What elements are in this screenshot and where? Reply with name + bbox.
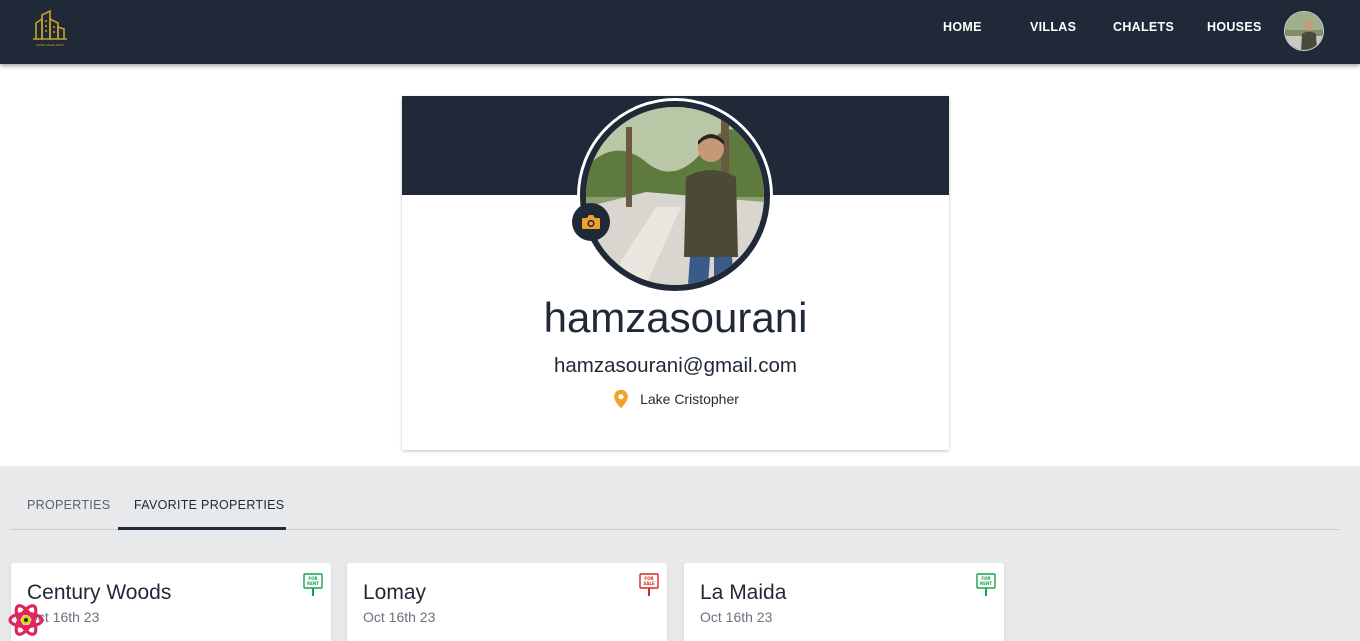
- for-sale-sign-icon: FOR SALE: [639, 573, 659, 596]
- nav-chalets[interactable]: CHALETS: [1113, 20, 1174, 34]
- property-title: La Maida: [700, 581, 787, 604]
- react-atom-icon: [8, 604, 44, 636]
- property-title: Century Woods: [27, 581, 172, 604]
- location-text: Lake Cristopher: [640, 391, 739, 407]
- svg-text:SALE: SALE: [643, 581, 655, 586]
- property-card[interactable]: Lomay Oct 16th 23 FOR SALE: [347, 563, 667, 641]
- property-tabs: PROPERTIES FAVORITE PROPERTIES: [11, 490, 1340, 530]
- camera-icon: [582, 215, 600, 229]
- property-date: Oct 16th 23: [700, 609, 773, 625]
- tab-properties[interactable]: PROPERTIES: [27, 498, 110, 512]
- profile-photo: [580, 101, 770, 291]
- profile-photo-image: [586, 107, 764, 285]
- building-logo-icon: [33, 9, 67, 40]
- change-photo-button[interactable]: [572, 203, 610, 241]
- profile-username: hamzasourani: [543, 294, 808, 341]
- property-date: Oct 16th 23: [363, 609, 436, 625]
- logo-tagline: HOME SALES RENT: [35, 43, 65, 47]
- react-devtools-button[interactable]: [6, 600, 46, 640]
- tab-favorite-properties[interactable]: FAVORITE PROPERTIES: [134, 498, 284, 512]
- for-rent-sign-icon: FOR RENT: [303, 573, 323, 596]
- property-card[interactable]: Century Woods Oct 16th 23 FOR RENT: [11, 563, 331, 641]
- profile-card: hamzasourani hamzasourani@gmail.com Lake…: [402, 96, 949, 450]
- nav-houses[interactable]: HOUSES: [1207, 20, 1262, 34]
- profile-location: Lake Cristopher: [402, 389, 949, 409]
- for-rent-sign-icon: FOR RENT: [976, 573, 996, 596]
- active-tab-indicator: [118, 527, 286, 530]
- user-avatar-menu[interactable]: [1284, 11, 1324, 51]
- avatar-photo: [1285, 12, 1323, 50]
- top-navbar: HOME SALES RENT HOME VILLAS CHALETS HOUS…: [0, 0, 1360, 64]
- brand-logo[interactable]: HOME SALES RENT: [30, 9, 70, 49]
- map-pin-icon: [614, 389, 628, 409]
- svg-text:RENT: RENT: [980, 581, 992, 586]
- properties-section: PROPERTIES FAVORITE PROPERTIES Century W…: [0, 466, 1360, 641]
- property-title: Lomay: [363, 581, 427, 604]
- profile-email: hamzasourani@gmail.com: [554, 354, 797, 377]
- nav-home[interactable]: HOME: [943, 20, 982, 34]
- svg-text:RENT: RENT: [307, 581, 319, 586]
- nav-villas[interactable]: VILLAS: [1030, 20, 1076, 34]
- property-card[interactable]: La Maida Oct 16th 23 FOR RENT: [684, 563, 1004, 641]
